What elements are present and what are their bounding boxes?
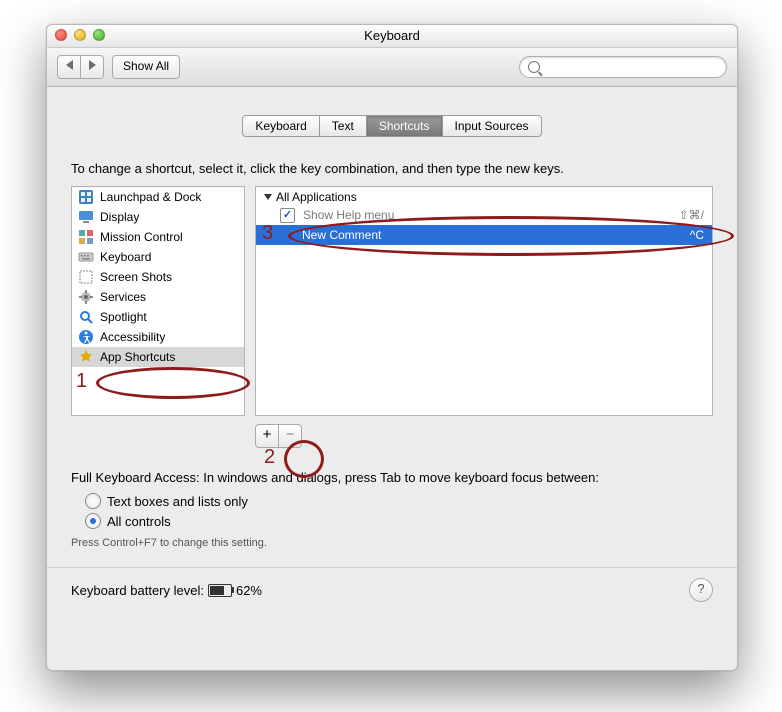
category-label: Mission Control — [100, 230, 183, 244]
shortcut-keys[interactable]: ^C — [690, 228, 704, 242]
category-list[interactable]: Launchpad & Dock Display Mission Control… — [71, 186, 245, 416]
chevron-right-icon — [89, 60, 96, 70]
tab-text[interactable]: Text — [320, 115, 367, 137]
toolbar: Show All — [47, 48, 737, 87]
radio-icon — [85, 493, 101, 509]
accessibility-icon — [78, 329, 94, 345]
battery-label: Keyboard battery level: — [71, 583, 204, 598]
category-label: Spotlight — [100, 310, 147, 324]
remove-shortcut-button[interactable]: − — [279, 424, 302, 448]
shortcut-group-header[interactable]: All Applications — [256, 189, 712, 205]
tab-keyboard[interactable]: Keyboard — [242, 115, 319, 137]
category-label: Screen Shots — [100, 270, 172, 284]
fka-radio-group: Text boxes and lists only All controls — [85, 491, 717, 531]
category-app-shortcuts[interactable]: App Shortcuts — [72, 347, 244, 367]
show-all-button[interactable]: Show All — [112, 55, 180, 79]
display-icon — [78, 209, 94, 225]
help-button[interactable]: ? — [689, 578, 713, 602]
category-mission-control[interactable]: Mission Control — [72, 227, 244, 247]
full-keyboard-access-label: Full Keyboard Access: In windows and dia… — [71, 470, 713, 485]
tab-bar: Keyboard Text Shortcuts Input Sources — [67, 115, 717, 137]
shortcut-label: New Comment — [302, 228, 690, 242]
disclosure-triangle-icon — [264, 194, 272, 200]
shortcut-list[interactable]: All Applications Show Help menu ⇧⌘/ New … — [255, 186, 713, 416]
battery-icon — [208, 584, 232, 597]
zoom-window-button[interactable] — [93, 29, 105, 41]
category-accessibility[interactable]: Accessibility — [72, 327, 244, 347]
traffic-lights — [55, 29, 105, 41]
search-input[interactable] — [546, 59, 718, 75]
divider — [47, 567, 737, 568]
spotlight-icon — [78, 309, 94, 325]
group-title: All Applications — [276, 190, 357, 204]
keyboard-icon — [78, 249, 94, 265]
tab-shortcuts[interactable]: Shortcuts — [367, 115, 443, 137]
checkbox[interactable] — [280, 208, 295, 223]
nav-segment — [57, 55, 104, 79]
preferences-window: Keyboard Show All Keyboard Text Shortcut… — [46, 24, 738, 671]
shortcut-label: Show Help menu — [303, 208, 679, 222]
radio-icon — [85, 513, 101, 529]
instruction-text: To change a shortcut, select it, click t… — [71, 161, 713, 176]
battery-percent: 62% — [236, 583, 262, 598]
category-label: Display — [100, 210, 139, 224]
forward-button[interactable] — [81, 55, 104, 79]
search-field[interactable] — [519, 56, 727, 78]
category-launchpad[interactable]: Launchpad & Dock — [72, 187, 244, 207]
category-label: Accessibility — [100, 330, 165, 344]
chevron-left-icon — [66, 60, 73, 70]
search-icon — [528, 61, 540, 73]
screenshots-icon — [78, 269, 94, 285]
category-services[interactable]: Services — [72, 287, 244, 307]
shortcut-keys[interactable]: ⇧⌘/ — [679, 208, 704, 222]
back-button[interactable] — [57, 55, 81, 79]
category-label: Launchpad & Dock — [100, 190, 201, 204]
category-spotlight[interactable]: Spotlight — [72, 307, 244, 327]
tab-input-sources[interactable]: Input Sources — [443, 115, 542, 137]
category-label: Keyboard — [100, 250, 151, 264]
category-display[interactable]: Display — [72, 207, 244, 227]
services-icon — [78, 289, 94, 305]
fka-radio-allcontrols[interactable]: All controls — [85, 511, 717, 531]
app-shortcuts-icon — [78, 349, 94, 365]
fka-radio-textboxes[interactable]: Text boxes and lists only — [85, 491, 717, 511]
minimize-window-button[interactable] — [74, 29, 86, 41]
add-shortcut-button[interactable]: + — [255, 424, 279, 448]
category-label: Services — [100, 290, 146, 304]
radio-label: Text boxes and lists only — [107, 494, 248, 509]
category-screen-shots[interactable]: Screen Shots — [72, 267, 244, 287]
mission-control-icon — [78, 229, 94, 245]
category-keyboard[interactable]: Keyboard — [72, 247, 244, 267]
category-label: App Shortcuts — [100, 350, 175, 364]
fka-hint: Press Control+F7 to change this setting. — [71, 537, 713, 549]
add-remove-segment: + − — [255, 424, 713, 448]
window-title: Keyboard — [364, 28, 420, 43]
shortcut-row[interactable]: Show Help menu ⇧⌘/ — [256, 205, 712, 225]
titlebar: Keyboard — [47, 25, 737, 48]
radio-label: All controls — [107, 514, 171, 529]
close-window-button[interactable] — [55, 29, 67, 41]
launchpad-icon — [78, 189, 94, 205]
shortcut-row[interactable]: New Comment ^C — [256, 225, 712, 245]
